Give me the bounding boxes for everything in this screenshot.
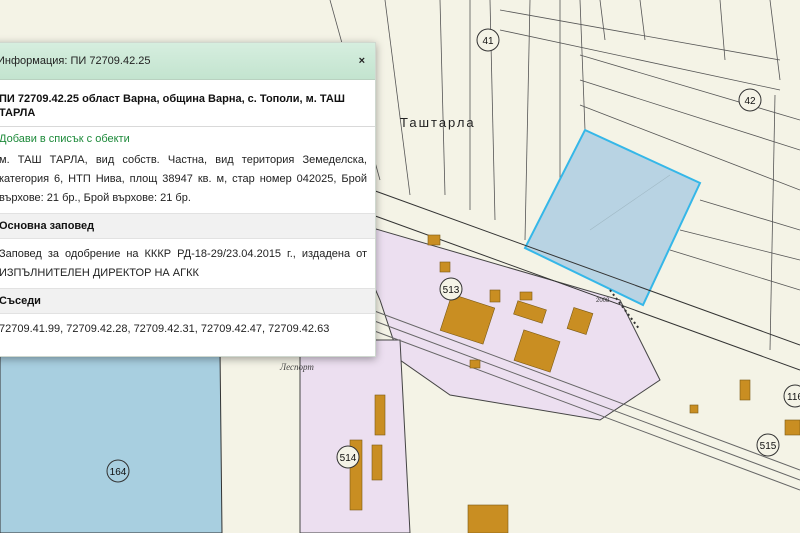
parcel-number-116: 116 xyxy=(787,392,800,403)
parcel-number-513: 513 xyxy=(443,285,460,296)
order-section-heading: Основна заповед xyxy=(0,213,375,239)
parcel-heading: ПИ 72709.42.25 област Варна, община Варн… xyxy=(0,93,345,119)
add-to-list-link[interactable]: Добави в списък с обекти xyxy=(0,127,375,145)
close-button[interactable]: × xyxy=(353,55,375,67)
parcel-number-42: 42 xyxy=(744,96,756,107)
parcel-number-515: 515 xyxy=(760,441,777,452)
place-label: Таштарла xyxy=(400,115,476,130)
water-body xyxy=(0,339,223,533)
parcel-number-41: 41 xyxy=(482,36,494,47)
info-popup: Информация: ПИ 72709.42.25 × ПИ 72709.42… xyxy=(0,42,376,357)
order-text: Заповед за одобрение на КККР РД-18-29/23… xyxy=(0,248,367,279)
popup-header: Информация: ПИ 72709.42.25 × xyxy=(0,43,375,80)
parcel-number-514: 514 xyxy=(340,453,357,464)
parcel-number-164: 164 xyxy=(110,467,127,478)
popup-title: Информация: ПИ 72709.42.25 xyxy=(0,55,151,67)
neighbors-text: 72709.41.99, 72709.42.28, 72709.42.31, 7… xyxy=(0,323,330,335)
area-label: Леспорт xyxy=(279,362,314,372)
road-number-label: 2008 xyxy=(596,298,610,304)
neighbors-section-heading: Съседи xyxy=(0,288,375,314)
parcel-description: м. ТАШ ТАРЛА, вид собств. Частна, вид те… xyxy=(0,154,367,204)
